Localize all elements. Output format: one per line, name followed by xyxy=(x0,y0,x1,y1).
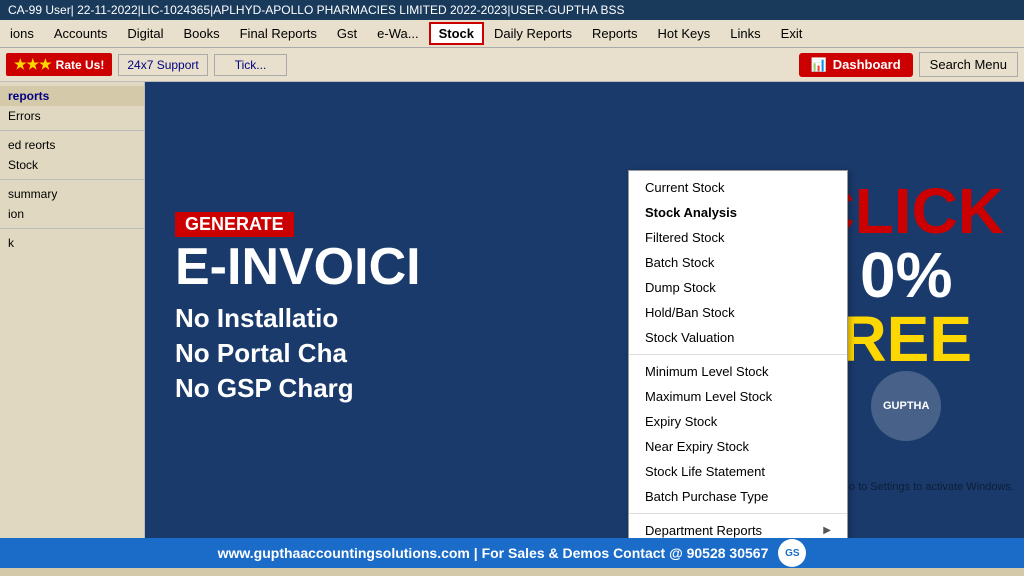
generate-tag: GENERATE xyxy=(175,212,294,237)
sidebar-item-stock[interactable]: Stock xyxy=(0,155,144,175)
stock-dropdown-menu: Current Stock Stock Analysis Filtered St… xyxy=(628,170,848,538)
star-icons: ★★★ xyxy=(14,56,52,73)
guptha-logo: GUPTHA xyxy=(871,371,941,441)
menu-item-ions[interactable]: ions xyxy=(0,22,44,45)
sidebar-item-ed-reports[interactable]: ed reorts xyxy=(0,135,144,155)
rate-us-label: Rate Us! xyxy=(56,58,105,72)
menu-item-daily-reports[interactable]: Daily Reports xyxy=(484,22,582,45)
dropdown-header-stock-analysis: Stock Analysis xyxy=(629,200,847,225)
support-button[interactable]: 24x7 Support xyxy=(118,54,207,76)
menu-item-eway[interactable]: e-Wa... xyxy=(367,22,428,45)
sidebar-item-summary[interactable]: summary xyxy=(0,184,144,204)
menu-item-stock[interactable]: Stock xyxy=(429,22,484,45)
menu-item-exit[interactable]: Exit xyxy=(771,22,813,45)
content-area: GENERATE E-INVOICI No Installatio No Por… xyxy=(145,82,1024,538)
sidebar: reports Errors ed reorts Stock summary i… xyxy=(0,82,145,538)
menu-item-books[interactable]: Books xyxy=(173,22,229,45)
dropdown-divider-2 xyxy=(629,513,847,514)
sidebar-item-errors[interactable]: Errors xyxy=(0,106,144,126)
toolbar: ★★★ Rate Us! 24x7 Support Tick... 📊 Dash… xyxy=(0,48,1024,82)
sidebar-item-ion[interactable]: ion xyxy=(0,204,144,224)
menu-item-accounts[interactable]: Accounts xyxy=(44,22,117,45)
title-text: CA-99 User| 22-11-2022|LIC-1024365|APLHY… xyxy=(8,3,625,17)
sidebar-divider-2 xyxy=(0,179,144,180)
dashboard-button[interactable]: 📊 Dashboard xyxy=(799,53,913,77)
search-menu-button[interactable]: Search Menu xyxy=(919,52,1018,77)
dropdown-item-filtered-stock[interactable]: Filtered Stock xyxy=(629,225,847,250)
banner: GENERATE E-INVOICI No Installatio No Por… xyxy=(145,82,1024,538)
percent-text: 0% xyxy=(860,243,953,307)
free-text: REE xyxy=(840,307,972,371)
dropdown-item-batch-stock[interactable]: Batch Stock xyxy=(629,250,847,275)
dropdown-item-minimum-level[interactable]: Minimum Level Stock xyxy=(629,359,847,384)
footer-logo: GS xyxy=(778,539,806,567)
title-bar: CA-99 User| 22-11-2022|LIC-1024365|APLHY… xyxy=(0,0,1024,20)
dropdown-item-current-stock[interactable]: Current Stock xyxy=(629,175,847,200)
menu-item-digital[interactable]: Digital xyxy=(117,22,173,45)
dropdown-item-near-expiry[interactable]: Near Expiry Stock xyxy=(629,434,847,459)
menu-item-reports[interactable]: Reports xyxy=(582,22,648,45)
sidebar-item-k[interactable]: k xyxy=(0,233,144,253)
dashboard-label: Dashboard xyxy=(833,57,901,72)
dropdown-item-hold-ban-stock[interactable]: Hold/Ban Stock xyxy=(629,300,847,325)
dropdown-item-maximum-level[interactable]: Maximum Level Stock xyxy=(629,384,847,409)
dropdown-item-stock-valuation[interactable]: Stock Valuation xyxy=(629,325,847,350)
sidebar-divider-3 xyxy=(0,228,144,229)
dropdown-divider-1 xyxy=(629,354,847,355)
sidebar-divider-1 xyxy=(0,130,144,131)
footer: www.gupthaaccountingsolutions.com | For … xyxy=(0,538,1024,568)
dropdown-item-batch-purchase[interactable]: Batch Purchase Type xyxy=(629,484,847,509)
dropdown-item-stock-life[interactable]: Stock Life Statement xyxy=(629,459,847,484)
menu-item-gst[interactable]: Gst xyxy=(327,22,367,45)
menu-item-hot-keys[interactable]: Hot Keys xyxy=(648,22,721,45)
dropdown-item-department-reports[interactable]: Department Reports xyxy=(629,518,847,538)
sidebar-item-reports[interactable]: reports xyxy=(0,86,144,106)
dropdown-item-dump-stock[interactable]: Dump Stock xyxy=(629,275,847,300)
main-layout: reports Errors ed reorts Stock summary i… xyxy=(0,82,1024,538)
menu-item-final-reports[interactable]: Final Reports xyxy=(230,22,327,45)
menu-item-links[interactable]: Links xyxy=(720,22,770,45)
footer-text: www.gupthaaccountingsolutions.com | For … xyxy=(218,545,769,561)
menu-bar: ions Accounts Digital Books Final Report… xyxy=(0,20,1024,48)
rate-us-button[interactable]: ★★★ Rate Us! xyxy=(6,53,112,76)
dashboard-icon: 📊 xyxy=(811,57,827,73)
dropdown-item-expiry-stock[interactable]: Expiry Stock xyxy=(629,409,847,434)
ticket-button[interactable]: Tick... xyxy=(214,54,288,76)
